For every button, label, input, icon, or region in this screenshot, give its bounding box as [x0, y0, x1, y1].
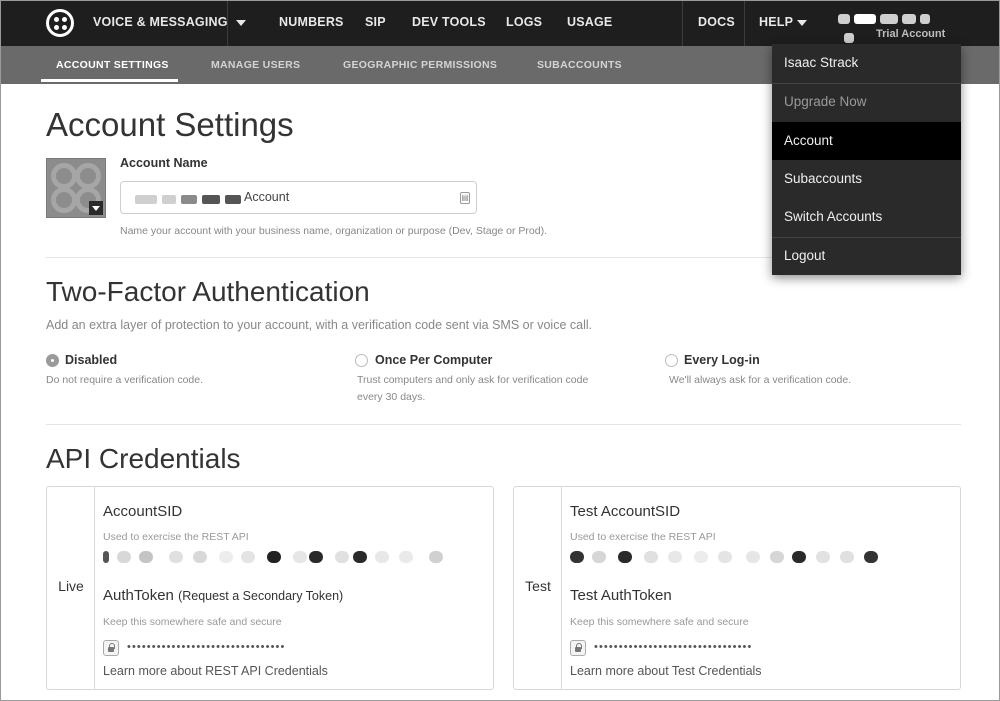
tab-subaccounts[interactable]: SUBACCOUNTS: [537, 46, 622, 84]
contact-card-icon: ▤: [460, 192, 470, 204]
menu-item-switch-accounts[interactable]: Switch Accounts: [772, 198, 961, 236]
option-disabled-label[interactable]: Disabled: [65, 353, 117, 367]
test-auth-token-masked[interactable]: ••••••••••••••••••••••••••••••••: [594, 641, 752, 653]
account-name-help: Name your account with your business nam…: [120, 225, 548, 237]
account-name-redacted[interactable]: [838, 11, 948, 43]
menu-item-user-name[interactable]: Isaac Strack: [772, 44, 961, 82]
tab-manage-users[interactable]: MANAGE USERS: [211, 46, 300, 84]
tab-geographic-permissions[interactable]: GEOGRAPHIC PERMISSIONS: [343, 46, 497, 84]
learn-more-test-credentials-link[interactable]: Learn more about Test Credentials: [570, 664, 762, 678]
avatar-menu-chevron-icon[interactable]: [89, 201, 103, 215]
active-tab-indicator: [41, 79, 178, 82]
nav-logs[interactable]: LOGS: [506, 0, 542, 46]
auth-token-masked[interactable]: ••••••••••••••••••••••••••••••••: [127, 641, 285, 653]
option-disabled-desc: Do not require a verification code.: [46, 374, 204, 386]
account-name-value: Account: [244, 190, 290, 204]
option-every-login-label[interactable]: Every Log-in: [684, 353, 760, 367]
nav-help-label: HELP: [759, 15, 793, 29]
nav-docs[interactable]: DOCS: [698, 0, 735, 46]
page-title: Account Settings: [46, 106, 294, 143]
menu-item-account[interactable]: Account: [772, 122, 961, 160]
nav-voice-messaging[interactable]: VOICE & MESSAGING: [93, 0, 228, 46]
test-account-sid-desc: Used to exercise the REST API: [570, 531, 716, 543]
top-navigation-bar: VOICE & MESSAGING NUMBERS SIP DEV TOOLS …: [0, 0, 1000, 46]
test-auth-token-title: Test AuthToken: [570, 587, 672, 604]
nav-divider: [227, 0, 228, 46]
auth-token-title: AuthToken (Request a Secondary Token): [103, 587, 343, 604]
chevron-down-icon: [796, 19, 807, 26]
test-auth-token-desc: Keep this somewhere safe and secure: [570, 616, 749, 628]
trial-account-label[interactable]: Trial Account: [876, 28, 945, 40]
live-credentials-card: Live AccountSID Used to exercise the RES…: [46, 486, 494, 690]
nav-help[interactable]: HELP: [759, 0, 807, 46]
test-account-sid-redacted[interactable]: [570, 549, 930, 565]
api-credentials-title: API Credentials: [46, 443, 241, 474]
radio-once-per-computer[interactable]: [355, 354, 368, 367]
lock-icon[interactable]: [103, 640, 119, 656]
nav-usage[interactable]: USAGE: [567, 0, 612, 46]
learn-more-rest-credentials-link[interactable]: Learn more about REST API Credentials: [103, 664, 328, 678]
account-dropdown-menu: Isaac Strack Upgrade Now Account Subacco…: [772, 44, 961, 275]
nav-dev-tools[interactable]: DEV TOOLS: [412, 0, 486, 46]
nav-divider: [682, 0, 683, 46]
radio-disabled[interactable]: [46, 354, 59, 367]
auth-token-label: AuthToken: [103, 587, 174, 604]
option-once-per-computer-label[interactable]: Once Per Computer: [375, 353, 492, 367]
account-sid-redacted[interactable]: [103, 549, 463, 565]
two-factor-description: Add an extra layer of protection to your…: [46, 318, 593, 332]
account-sid-title: AccountSID: [103, 503, 183, 520]
nav-sip[interactable]: SIP: [365, 0, 386, 46]
nav-divider: [744, 0, 745, 46]
twilio-logo-icon[interactable]: [46, 9, 74, 37]
nav-more-dropdown[interactable]: [236, 0, 246, 46]
account-sid-desc: Used to exercise the REST API: [103, 531, 249, 543]
option-once-per-computer-desc: Trust computers and only ask for verific…: [357, 374, 589, 403]
section-divider: [46, 424, 961, 425]
radio-every-login[interactable]: [665, 354, 678, 367]
auth-token-desc: Keep this somewhere safe and secure: [103, 616, 282, 628]
lock-icon[interactable]: [570, 640, 586, 656]
test-credentials-card: Test Test AccountSID Used to exercise th…: [513, 486, 961, 690]
request-secondary-token-link[interactable]: (Request a Secondary Token): [178, 589, 343, 603]
live-label: Live: [58, 578, 84, 594]
nav-numbers[interactable]: NUMBERS: [279, 0, 344, 46]
menu-item-logout[interactable]: Logout: [772, 237, 961, 275]
redacted-text: [135, 191, 246, 205]
menu-item-upgrade-now[interactable]: Upgrade Now: [772, 83, 961, 121]
option-every-login-desc: We'll always ask for a verification code…: [669, 374, 852, 386]
chevron-down-icon: [236, 19, 246, 26]
account-name-label: Account Name: [120, 156, 208, 170]
test-account-sid-title: Test AccountSID: [570, 503, 681, 520]
account-name-input[interactable]: Account ▤: [120, 181, 477, 214]
menu-item-subaccounts[interactable]: Subaccounts: [772, 160, 961, 198]
two-factor-title: Two-Factor Authentication: [46, 276, 370, 307]
account-avatar[interactable]: [46, 158, 106, 218]
test-label: Test: [525, 578, 551, 594]
